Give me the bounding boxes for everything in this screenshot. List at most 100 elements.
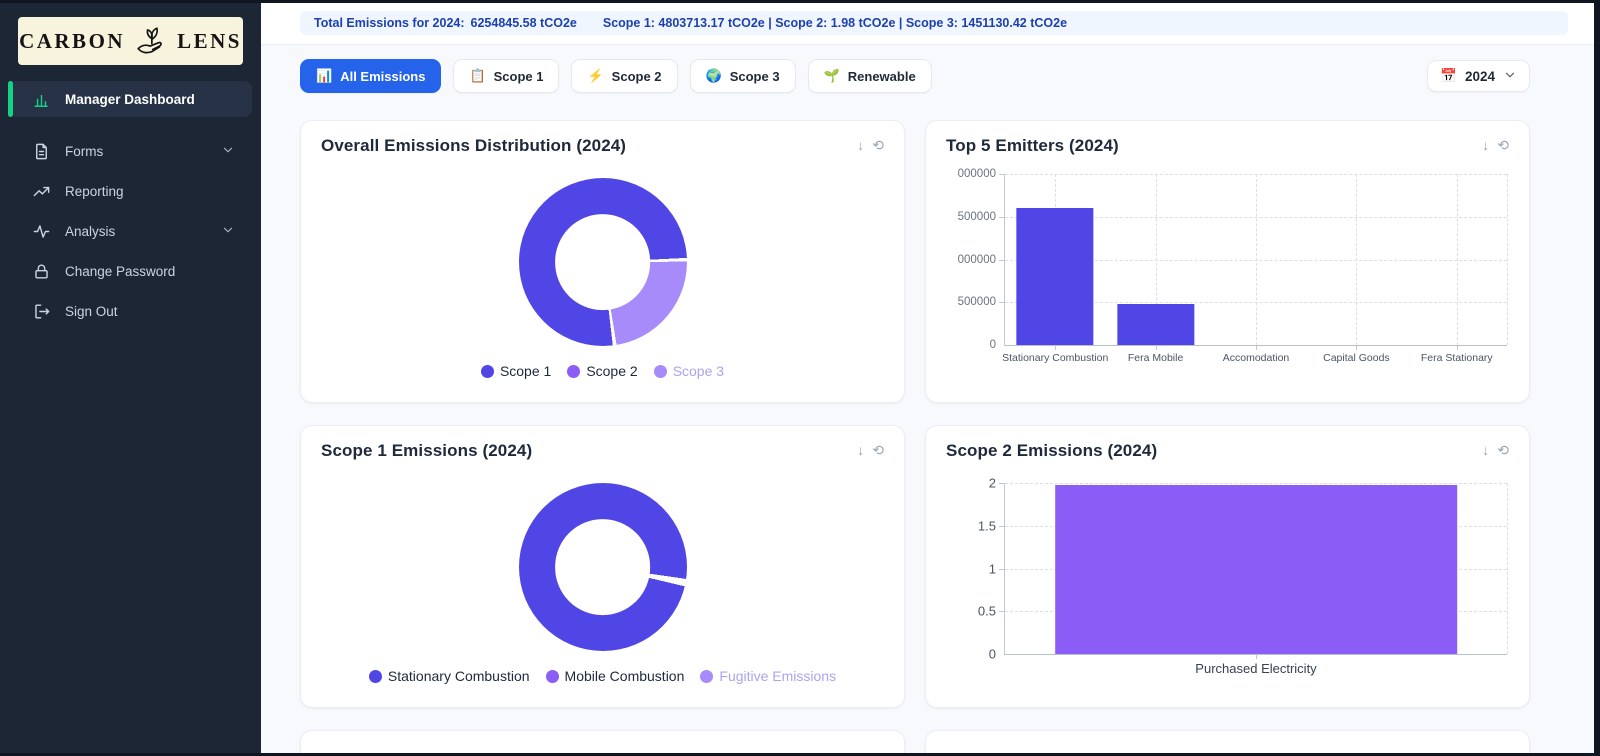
card-actions: ↓ ⟲ [857,138,884,152]
legend-item-mobile-combustion[interactable]: Mobile Combustion [546,668,685,684]
axis-tick [1356,345,1357,350]
legend-dot [700,670,713,683]
sidebar-item-change-password[interactable]: Change Password [0,251,261,291]
trending-up-icon [32,182,51,201]
sidebar-item-label: Reporting [65,184,124,199]
download-icon[interactable]: ↓ [857,443,864,457]
bar [1055,485,1457,654]
filter-scope1-button[interactable]: 📋 Scope 1 [453,59,559,93]
reset-zoom-icon[interactable]: ⟲ [1497,138,1509,152]
card-partially-visible [300,730,905,753]
legend-dot [567,365,580,378]
sidebar-nav: Manager Dashboard Forms Reporting [0,81,261,331]
legend-item-fugitive-emissions[interactable]: Fugitive Emissions [700,668,836,684]
chevron-down-icon[interactable] [221,143,235,160]
card-title: Top 5 Emitters (2024) [946,136,1119,156]
axis-tick [1256,654,1257,659]
sidebar-item-analysis[interactable]: Analysis [0,211,261,251]
filter-renewable-button[interactable]: 🌱 Renewable [808,59,932,93]
card-title: Overall Emissions Distribution (2024) [321,136,626,156]
chevron-down-icon [1503,68,1517,85]
axis-tick [999,217,1005,218]
browser-viewport: CARBON LENS [0,0,1600,756]
card-header: Overall Emissions Distribution (2024) ↓ … [321,136,884,156]
download-icon[interactable]: ↓ [857,138,864,152]
card-header: Scope 1 Emissions (2024) ↓ ⟲ [321,441,884,461]
sidebar: CARBON LENS [0,3,261,753]
sidebar-item-label: Analysis [65,224,115,239]
carbon-lens-logo: CARBON LENS [18,17,243,65]
download-icon[interactable]: ↓ [1482,443,1489,457]
hand-plant-icon [133,24,169,58]
legend-item-scope3[interactable]: Scope 3 [654,363,724,379]
x-axis-category-label: Purchased Electricity [1195,661,1316,676]
year-select-value: 2024 [1465,69,1495,84]
axis-tick [999,483,1005,484]
sidebar-item-manager-dashboard[interactable]: Manager Dashboard [8,81,252,117]
download-icon[interactable]: ↓ [1482,138,1489,152]
main-area: Total Emissions for 2024: 6254845.58 tCO… [261,3,1594,753]
activity-icon [32,222,51,241]
card-actions: ↓ ⟲ [857,443,884,457]
x-axis-category-label: Accomodation [1223,352,1290,364]
logo-text-carbon: CARBON [19,29,125,54]
legend-dot [654,365,667,378]
sidebar-item-reporting[interactable]: Reporting [0,171,261,211]
y-axis-tick-label: 0 [989,647,996,662]
card-scope2-emissions: Scope 2 Emissions (2024) ↓ ⟲ [925,425,1530,708]
x-axis-category-label: Capital Goods [1323,352,1390,364]
axis-tick [999,611,1005,612]
filter-label: Scope 3 [730,69,780,84]
filter-scope3-button[interactable]: 🌍 Scope 3 [690,59,796,93]
card-title: Scope 1 Emissions (2024) [321,441,532,461]
bar-chart-area: 2 1.5 1 0.5 0 Purchased Electricity [1004,483,1507,655]
axis-tick [999,526,1005,527]
chevron-down-icon[interactable] [221,223,235,240]
filter-label: Scope 2 [612,69,662,84]
filter-all-emissions-button[interactable]: 📊 All Emissions [300,59,441,93]
sidebar-item-label: Change Password [65,264,175,279]
legend-label: Mobile Combustion [565,668,685,684]
gridline [1256,174,1257,345]
card-partially-visible [925,730,1530,753]
year-select[interactable]: 📅 2024 [1427,60,1530,92]
legend-item-scope1[interactable]: Scope 1 [481,363,551,379]
card-title: Scope 2 Emissions (2024) [946,441,1157,461]
axis-tick [1256,345,1257,350]
donut-hole [555,214,651,310]
reset-zoom-icon[interactable]: ⟲ [872,138,884,152]
bar-chart-area: 000000 500000 000000 500000 0 Stationary… [1004,174,1507,346]
reset-zoom-icon[interactable]: ⟲ [872,443,884,457]
sidebar-item-forms[interactable]: Forms [0,131,261,171]
legend-item-scope2[interactable]: Scope 2 [567,363,637,379]
legend-label: Scope 2 [586,363,637,379]
axis-tick [999,569,1005,570]
card-scope1-emissions: Scope 1 Emissions (2024) ↓ ⟲ [300,425,905,708]
bar [1117,304,1194,345]
sidebar-item-sign-out[interactable]: Sign Out [0,291,261,331]
bar [1017,208,1094,345]
filter-scope2-button[interactable]: ⚡ Scope 2 [571,59,677,93]
sign-out-icon [32,302,51,321]
sidebar-item-label: Forms [65,144,103,159]
total-emissions-label: Total Emissions for 2024: [314,16,465,30]
y-axis-tick-label: 2 [989,476,996,491]
donut-chart-area: Scope 1 Scope 2 Scope 3 [321,156,884,381]
axis-tick [999,174,1005,175]
y-axis-tick-label: 0.5 [978,604,996,619]
chart-legend: Stationary Combustion Mobile Combustion … [369,668,836,684]
y-axis-tick-label: 1 [989,561,996,576]
axis-tick [999,260,1005,261]
reset-zoom-icon[interactable]: ⟲ [1497,443,1509,457]
sidebar-item-label: Sign Out [65,304,118,319]
app-window: CARBON LENS [0,3,1594,753]
legend-item-stationary-combustion[interactable]: Stationary Combustion [369,668,530,684]
legend-label: Stationary Combustion [388,668,530,684]
donut-hole [555,519,651,615]
bar-chart-icon [32,90,51,109]
nav-spacer [0,123,261,131]
overall-distribution-donut [519,178,687,346]
total-emissions: Total Emissions for 2024: 6254845.58 tCO… [314,16,577,30]
card-actions: ↓ ⟲ [1482,138,1509,152]
active-item-accent [8,81,13,117]
